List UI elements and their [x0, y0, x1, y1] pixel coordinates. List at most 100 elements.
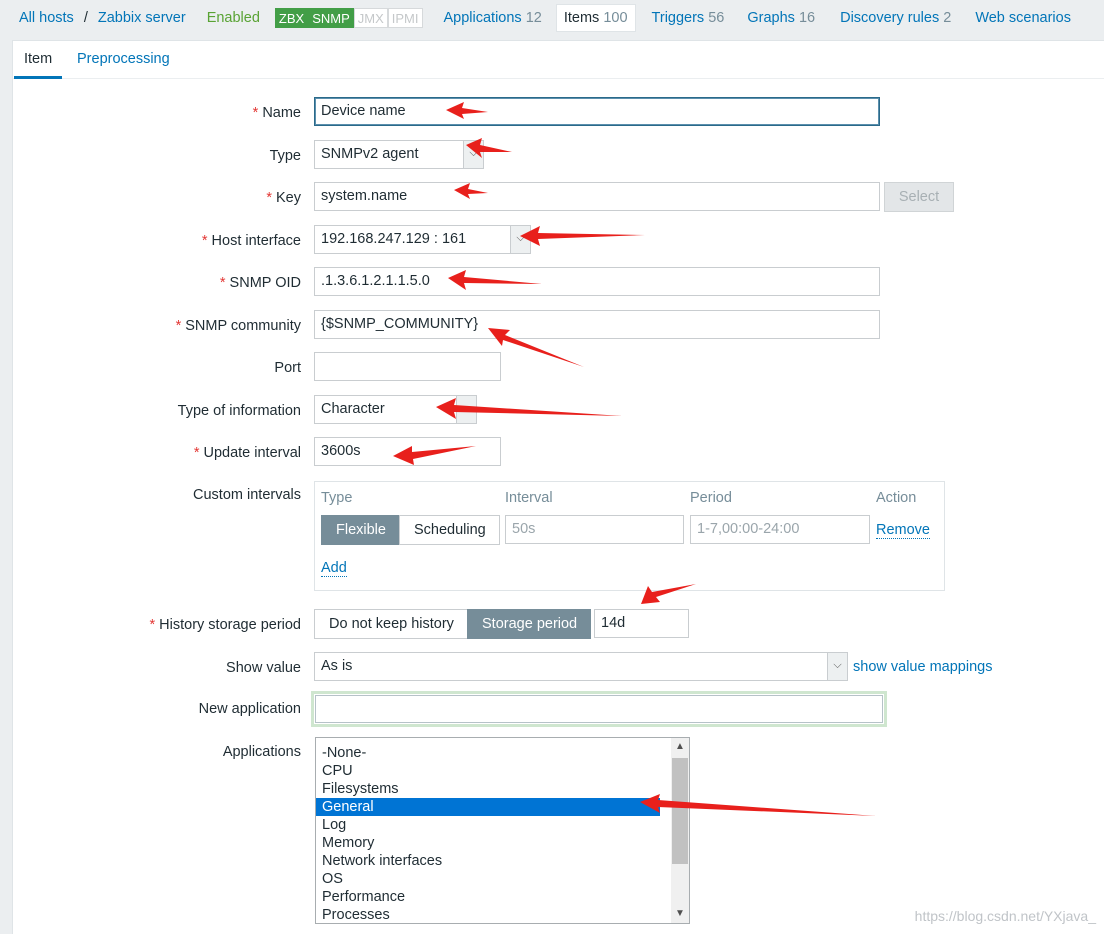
chevron-down-icon[interactable]: [456, 396, 476, 423]
show-value-select[interactable]: As is ⌵: [314, 652, 848, 681]
nav-items[interactable]: Items 100: [555, 4, 636, 32]
nav-discovery-label[interactable]: Discovery rules: [840, 10, 939, 26]
list-item[interactable]: Memory: [316, 834, 660, 852]
history-storage-button[interactable]: Storage period: [467, 609, 591, 639]
nav-items-label[interactable]: Items: [564, 10, 599, 26]
custom-intervals-table: Type Interval Period Action Flexible Sch…: [314, 481, 945, 591]
ci-header-action: Action: [876, 490, 917, 506]
nav-applications-count: 12: [525, 10, 542, 26]
type-of-info-select[interactable]: Character: [314, 395, 477, 424]
required-marker: *: [175, 318, 182, 334]
watermark: https://blog.csdn.net/YXjava_: [914, 908, 1096, 924]
type-of-info-label: Type of information: [177, 403, 301, 419]
ci-flexible-button[interactable]: Flexible: [321, 515, 400, 545]
key-input[interactable]: system.name: [314, 182, 880, 211]
snmp-oid-input[interactable]: .1.3.6.1.2.1.1.5.0: [314, 267, 880, 296]
host-navigation: All hosts / Zabbix server Enabled ZBX SN…: [0, 0, 1104, 36]
jmx-badge: JMX: [353, 8, 388, 28]
history-no-keep-button[interactable]: Do not keep history: [314, 609, 468, 639]
breadcrumb-separator: /: [83, 10, 88, 26]
list-item-selected[interactable]: General: [316, 798, 660, 816]
chevron-down-icon[interactable]: ▼: [671, 905, 689, 923]
show-value-label: Show value: [226, 660, 301, 676]
snmp-community-input[interactable]: {$SNMP_COMMUNITY}: [314, 310, 880, 339]
chevron-up-icon[interactable]: ▲: [671, 738, 689, 756]
nav-applications[interactable]: Applications 12: [444, 10, 542, 26]
custom-intervals-label: Custom intervals: [193, 487, 301, 503]
chevron-down-icon[interactable]: ⌵: [510, 226, 530, 253]
availability-badges: ZBX SNMP JMX IPMI: [274, 8, 423, 28]
ci-scheduling-button[interactable]: Scheduling: [399, 515, 500, 545]
key-label: * Key: [266, 190, 301, 206]
required-marker: *: [266, 190, 272, 206]
list-item[interactable]: OS: [316, 870, 660, 888]
nav-applications-label[interactable]: Applications: [444, 10, 522, 26]
new-application-input[interactable]: [311, 691, 887, 727]
list-item[interactable]: -None-: [316, 744, 660, 762]
nav-triggers[interactable]: Triggers 56: [652, 10, 725, 26]
nav-triggers-label[interactable]: Triggers: [652, 10, 705, 26]
nav-web-label[interactable]: Web scenarios: [975, 10, 1071, 26]
list-item[interactable]: Processes: [316, 906, 660, 923]
ci-period-input[interactable]: 1-7,00:00-24:00: [690, 515, 870, 544]
required-marker: *: [149, 617, 156, 633]
list-item[interactable]: CPU: [316, 762, 660, 780]
chevron-down-icon[interactable]: ⌵: [463, 141, 483, 168]
zbx-badge: ZBX: [274, 8, 309, 28]
list-item[interactable]: Performance: [316, 888, 660, 906]
list-item[interactable]: Filesystems: [316, 780, 660, 798]
snmp-community-label: * SNMP community: [176, 318, 301, 334]
nav-items-count: 100: [603, 10, 628, 26]
type-label: Type: [269, 148, 301, 164]
show-value-mappings-link[interactable]: show value mappings: [853, 659, 992, 675]
history-label-text: History storage period: [159, 617, 301, 633]
listbox-scrollbar[interactable]: ▲ ▼: [671, 738, 689, 923]
key-select-button[interactable]: Select: [884, 182, 954, 212]
tab-item[interactable]: Item: [14, 41, 63, 79]
ci-interval-input[interactable]: 50s: [505, 515, 684, 544]
ci-header-interval: Interval: [505, 490, 553, 506]
required-marker: *: [252, 105, 259, 121]
required-marker: *: [193, 445, 200, 461]
update-interval-label-text: Update interval: [203, 445, 301, 461]
tab-preprocessing[interactable]: Preprocessing: [67, 41, 180, 79]
form-tabs: Item Preprocessing: [13, 41, 1104, 79]
nav-discovery[interactable]: Discovery rules 2: [840, 10, 951, 26]
nav-triggers-count: 56: [708, 10, 725, 26]
ci-remove-link[interactable]: Remove: [876, 522, 930, 539]
name-label-text: Name: [262, 105, 301, 121]
host-status[interactable]: Enabled: [207, 10, 260, 26]
snmp-badge: SNMP: [308, 8, 354, 28]
type-select-value: SNMPv2 agent: [321, 146, 419, 162]
update-interval-input[interactable]: 3600s: [314, 437, 501, 466]
ci-header-period: Period: [690, 490, 732, 506]
list-item[interactable]: Log: [316, 816, 660, 834]
update-interval-label: * Update interval: [194, 445, 301, 461]
nav-graphs-label[interactable]: Graphs: [747, 10, 795, 26]
name-input[interactable]: Device name: [314, 97, 880, 126]
key-label-text: Key: [276, 190, 301, 206]
new-application-label: New application: [198, 701, 301, 717]
ci-add-link[interactable]: Add: [321, 560, 347, 577]
host-interface-value: 192.168.247.129 : 161: [321, 231, 467, 247]
snmp-oid-label: * SNMP OID: [220, 275, 301, 291]
applications-label: Applications: [222, 744, 301, 760]
history-period-input[interactable]: 14d: [594, 609, 689, 638]
nav-graphs[interactable]: Graphs 16: [747, 10, 815, 26]
required-marker: *: [219, 275, 226, 291]
host-interface-select[interactable]: 192.168.247.129 : 161 ⌵: [314, 225, 531, 254]
nav-web[interactable]: Web scenarios: [975, 10, 1071, 26]
name-label: * Name: [253, 105, 301, 121]
ipmi-badge: IPMI: [387, 8, 423, 28]
port-input[interactable]: [314, 352, 501, 381]
scrollbar-thumb[interactable]: [672, 758, 688, 864]
snmp-oid-label-text: SNMP OID: [229, 275, 301, 291]
applications-listbox[interactable]: -None- CPU Filesystems General Log Memor…: [315, 737, 690, 924]
chevron-down-icon[interactable]: ⌵: [827, 653, 847, 680]
all-hosts-link[interactable]: All hosts: [19, 10, 74, 26]
type-select[interactable]: SNMPv2 agent ⌵: [314, 140, 484, 169]
history-label: * History storage period: [150, 617, 302, 633]
new-application-field[interactable]: [315, 695, 883, 723]
list-item[interactable]: Network interfaces: [316, 852, 660, 870]
host-link[interactable]: Zabbix server: [98, 10, 186, 26]
